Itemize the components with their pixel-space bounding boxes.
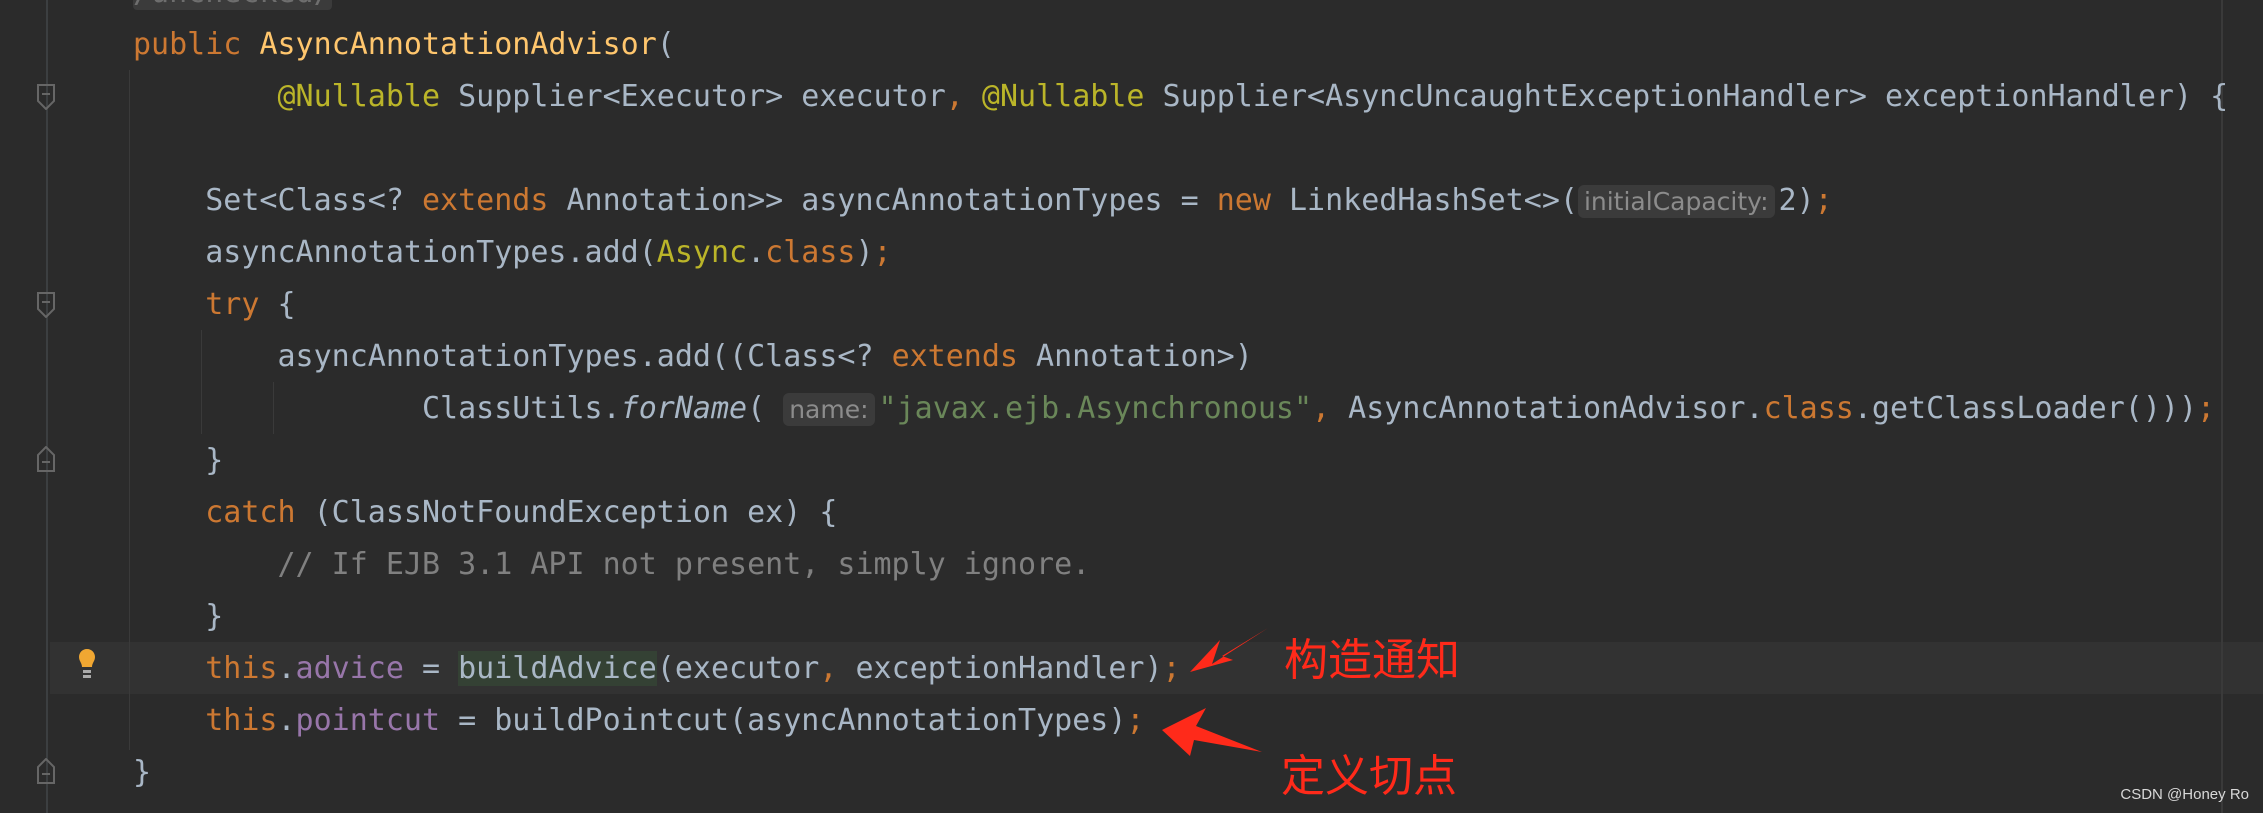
watermark: CSDN @Honey Ro <box>2120 786 2249 803</box>
arrow-to-build-pointcut <box>1162 708 1262 756</box>
annotation-pointcut-note: 定义切点 <box>1281 751 1457 802</box>
arrow-to-build-advice <box>1190 628 1268 672</box>
annotation-arrows <box>1162 628 1268 756</box>
annotation-advice-note: 构造通知 <box>1284 635 1460 686</box>
